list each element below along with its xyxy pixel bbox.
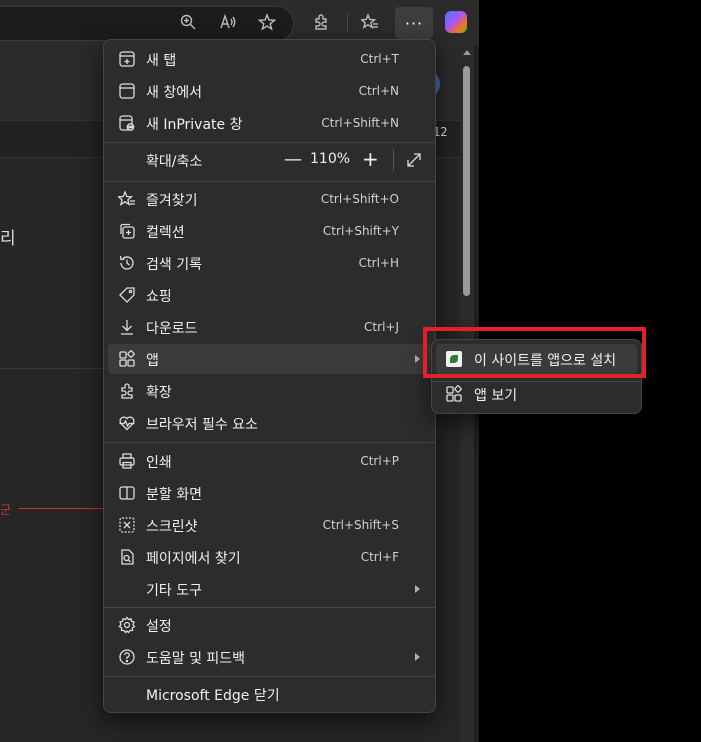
menu-separator (104, 181, 435, 182)
scroll-up-arrow-icon[interactable] (463, 50, 471, 55)
collections-icon (118, 222, 136, 240)
page-partial-text: 리 (0, 229, 16, 249)
apps-icon (445, 385, 463, 403)
menu-item-label: 새 InPrivate 창 (146, 117, 243, 133)
menu-item-label: 스크린샷 (146, 519, 198, 535)
menu-item-label: 새 창에서 (146, 85, 202, 101)
menu-item-label: 분할 화면 (146, 487, 202, 503)
menu-item-downloads[interactable]: 다운로드 Ctrl+J (108, 312, 431, 342)
menu-item-label: 인쇄 (146, 455, 172, 471)
menu-item-apps[interactable]: 앱 (108, 344, 431, 374)
copilot-icon[interactable] (445, 11, 467, 33)
menu-item-print[interactable]: 인쇄 Ctrl+P (108, 446, 431, 476)
fullscreen-icon[interactable] (405, 151, 423, 169)
menu-item-label: 설정 (146, 619, 172, 635)
menu-item-split-screen[interactable]: 분할 화면 (108, 478, 431, 508)
zoom-separator (393, 149, 394, 171)
menu-item-label: 검색 기록 (146, 257, 202, 273)
new-tab-icon (118, 50, 136, 68)
chevron-right-icon (415, 653, 420, 661)
menu-item-label: 컬렉션 (146, 225, 185, 241)
menu-item-close-edge[interactable]: Microsoft Edge 닫기 (108, 679, 431, 709)
extensions-icon (118, 382, 136, 400)
menu-item-label: 앱 (146, 353, 159, 369)
menu-item-label: 확장 (146, 385, 172, 401)
settings-and-more-menu: 새 탭 Ctrl+T 새 창에서 Ctrl+N 새 InPrivate 창 Ct… (103, 39, 436, 713)
zoom-in-icon[interactable] (177, 11, 199, 33)
history-icon (118, 254, 136, 272)
menu-item-shortcut: Ctrl+Shift+O (320, 192, 399, 206)
heart-pulse-icon (118, 414, 136, 432)
toolbar-separator (347, 14, 348, 32)
menu-item-shortcut: Ctrl+H (358, 256, 399, 270)
apps-icon (118, 350, 136, 368)
scrollbar-thumb[interactable] (463, 66, 470, 296)
submenu-item-view-apps[interactable]: 앱 보기 (436, 379, 637, 409)
menu-item-settings[interactable]: 설정 (108, 610, 431, 640)
menu-item-label: 브라우저 필수 요소 (146, 417, 258, 433)
chevron-right-icon (415, 355, 420, 363)
screenshot-icon (118, 516, 136, 534)
menu-item-shortcut: Ctrl+Shift+N (321, 116, 399, 130)
new-window-icon (118, 82, 136, 100)
menu-item-zoom: 확대/축소 — 110% + (108, 145, 431, 175)
download-icon (118, 318, 136, 336)
menu-item-label: 새 탭 (146, 53, 177, 69)
menu-item-favorites[interactable]: 즐겨찾기 Ctrl+Shift+O (108, 184, 431, 214)
highlight-annotation-box (423, 327, 646, 378)
help-icon (118, 648, 136, 666)
menu-item-browser-essentials[interactable]: 브라우저 필수 요소 (108, 408, 431, 438)
page-partial-red-text: 군 (0, 503, 12, 517)
menu-item-new-inprivate-window[interactable]: 새 InPrivate 창 Ctrl+Shift+N (108, 108, 431, 138)
menu-item-label: 도움말 및 피드백 (146, 651, 246, 667)
zoom-level: 110% (310, 151, 351, 167)
menu-item-shopping[interactable]: 쇼핑 (108, 280, 431, 310)
menu-item-extensions[interactable]: 확장 (108, 376, 431, 406)
favorites-icon[interactable] (359, 11, 381, 33)
menu-item-label: 즐겨찾기 (146, 193, 198, 209)
address-bar[interactable] (0, 6, 294, 41)
favorite-star-icon[interactable] (256, 11, 278, 33)
zoom-out-button[interactable]: — (284, 149, 302, 170)
menu-item-find-on-page[interactable]: 페이지에서 찾기 Ctrl+F (108, 542, 431, 572)
menu-separator (104, 142, 435, 143)
print-icon (118, 452, 136, 470)
read-aloud-icon[interactable] (217, 11, 239, 33)
menu-item-help-and-feedback[interactable]: 도움말 및 피드백 (108, 642, 431, 672)
find-on-page-icon (118, 548, 136, 566)
zoom-in-button[interactable]: + (362, 147, 379, 171)
menu-item-label: Microsoft Edge 닫기 (146, 688, 280, 704)
menu-item-label: 쇼핑 (146, 289, 172, 305)
favorites-icon (116, 190, 136, 208)
menu-item-more-tools[interactable]: 기타 도구 (108, 574, 431, 604)
submenu-item-label: 앱 보기 (474, 388, 518, 404)
menu-item-label: 다운로드 (146, 321, 198, 337)
menu-item-new-tab[interactable]: 새 탭 Ctrl+T (108, 44, 431, 74)
inprivate-icon (118, 114, 136, 132)
menu-item-new-window[interactable]: 새 창에서 Ctrl+N (108, 76, 431, 106)
menu-item-shortcut: Ctrl+T (360, 52, 399, 66)
settings-and-more-button[interactable]: ··· (395, 7, 433, 39)
menu-item-shortcut: Ctrl+N (358, 84, 399, 98)
shopping-tag-icon (118, 286, 136, 304)
menu-item-label: 기타 도구 (146, 583, 202, 599)
menu-item-screenshot[interactable]: 스크린샷 Ctrl+Shift+S (108, 510, 431, 540)
menu-separator (104, 607, 435, 608)
menu-item-shortcut: Ctrl+P (360, 454, 399, 468)
menu-item-label: 페이지에서 찾기 (146, 551, 241, 567)
menu-item-shortcut: Ctrl+Shift+S (322, 518, 399, 532)
menu-item-shortcut: Ctrl+F (360, 550, 399, 564)
menu-separator (104, 676, 435, 677)
menu-item-shortcut: Ctrl+Shift+Y (322, 224, 399, 238)
menu-item-history[interactable]: 검색 기록 Ctrl+H (108, 248, 431, 278)
extensions-icon[interactable] (310, 11, 332, 33)
menu-item-shortcut: Ctrl+J (364, 320, 399, 334)
menu-separator (104, 442, 435, 443)
menu-item-label: 확대/축소 (146, 154, 203, 170)
chevron-right-icon (415, 585, 420, 593)
page-red-line (18, 508, 108, 509)
menu-item-collections[interactable]: 컬렉션 Ctrl+Shift+Y (108, 216, 431, 246)
split-screen-icon (118, 484, 136, 502)
settings-gear-icon (118, 616, 136, 634)
